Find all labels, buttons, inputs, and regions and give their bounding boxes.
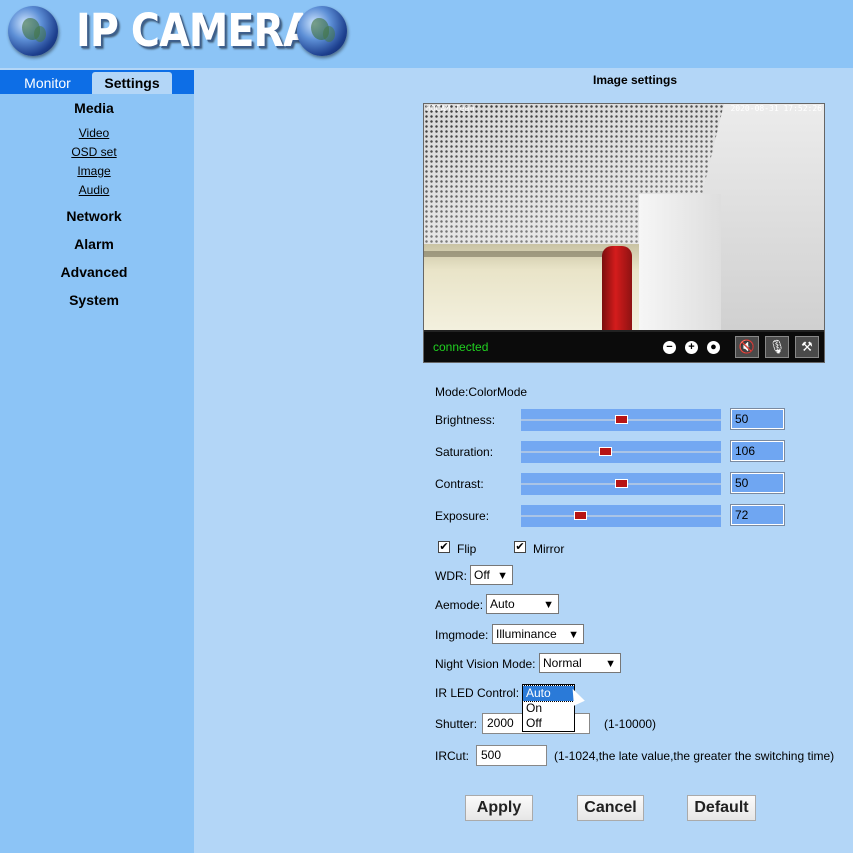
- saturation-slider[interactable]: [521, 441, 721, 463]
- globe-icon: [297, 6, 347, 56]
- exposure-label: Exposure:: [435, 509, 490, 523]
- chevron-down-icon: ▼: [497, 570, 508, 582]
- video-toolbar: connected − + ● 🔇 🎙 ⚒: [424, 330, 824, 362]
- brightness-label: Brightness:: [435, 413, 496, 427]
- video-preview[interactable]: HOCAM Team 2020-08-31 17:52:26 connected…: [423, 103, 825, 363]
- slider-handle[interactable]: [599, 447, 612, 456]
- nav-link-audio[interactable]: Audio: [0, 183, 188, 197]
- shutter-hint: (1-10000): [604, 717, 657, 731]
- ircut-hint: (1-1024,the late value,the greater the s…: [554, 749, 835, 763]
- mirror-checkbox[interactable]: ✔: [514, 541, 526, 553]
- nav-link-image[interactable]: Image: [0, 164, 188, 178]
- flip-checkbox[interactable]: ✔: [438, 541, 450, 553]
- nav-network[interactable]: Network: [0, 208, 188, 224]
- chevron-down-icon: ▼: [605, 658, 616, 670]
- ircut-input[interactable]: 500: [476, 745, 547, 766]
- page-title: Image settings: [592, 73, 678, 87]
- speaker-mute-icon[interactable]: 🔇: [735, 336, 759, 358]
- aemode-select[interactable]: Auto ▼: [486, 594, 559, 614]
- imgmode-label: Imgmode:: [435, 628, 489, 642]
- nav-link-video[interactable]: Video: [0, 126, 188, 140]
- chevron-down-icon: ▼: [568, 629, 579, 641]
- nav-system[interactable]: System: [0, 292, 188, 308]
- saturation-value[interactable]: 106: [730, 440, 785, 462]
- ir-led-option-on[interactable]: On: [523, 701, 574, 716]
- connection-status: connected: [433, 340, 489, 354]
- exposure-slider[interactable]: [521, 505, 721, 527]
- ir-led-option-off[interactable]: Off: [523, 716, 574, 731]
- contrast-slider[interactable]: [521, 473, 721, 495]
- microphone-icon[interactable]: 🎙: [765, 336, 789, 358]
- chevron-down-icon: ▼: [543, 599, 554, 611]
- night-vision-label: Night Vision Mode:: [435, 657, 536, 671]
- flip-label: Flip: [457, 542, 477, 556]
- ir-led-option-auto[interactable]: Auto: [522, 685, 575, 702]
- nav-alarm[interactable]: Alarm: [0, 236, 188, 252]
- globe-icon: [8, 6, 58, 56]
- zoom-out-icon[interactable]: −: [663, 341, 676, 354]
- night-vision-select[interactable]: Normal ▼: [539, 653, 621, 673]
- apply-button[interactable]: Apply: [465, 795, 533, 821]
- default-button[interactable]: Default: [687, 795, 756, 821]
- osd-label: HOCAM Team: [426, 104, 475, 113]
- nav-media[interactable]: Media: [0, 100, 188, 116]
- record-icon[interactable]: ●: [707, 341, 720, 354]
- zoom-in-icon[interactable]: +: [685, 341, 698, 354]
- imgmode-select[interactable]: Illuminance ▼: [492, 624, 584, 644]
- tab-bar: Monitor Settings: [0, 70, 194, 94]
- header-banner: IP CAMERA: [0, 0, 853, 68]
- tools-icon[interactable]: ⚒: [795, 336, 819, 358]
- brightness-value[interactable]: 50: [730, 408, 785, 430]
- aemode-label: Aemode:: [435, 598, 484, 612]
- wdr-label: WDR:: [435, 569, 467, 583]
- exposure-value[interactable]: 72: [730, 504, 785, 526]
- brightness-slider[interactable]: [521, 409, 721, 431]
- ircut-label: IRCut:: [435, 749, 470, 763]
- saturation-label: Saturation:: [435, 445, 494, 459]
- wdr-select[interactable]: Off ▼: [470, 565, 513, 585]
- cancel-button[interactable]: Cancel: [577, 795, 644, 821]
- sidebar: Monitor Settings Media Video OSD set Ima…: [0, 70, 194, 853]
- contrast-value[interactable]: 50: [730, 472, 785, 494]
- camera-image: HOCAM Team 2020-08-31 17:52:26: [424, 104, 824, 330]
- tab-monitor[interactable]: Monitor: [0, 72, 95, 94]
- nav-link-osd-set[interactable]: OSD set: [0, 145, 188, 159]
- contrast-label: Contrast:: [435, 477, 484, 491]
- ir-led-label: IR LED Control:: [435, 686, 520, 700]
- tab-settings[interactable]: Settings: [92, 72, 172, 94]
- slider-handle[interactable]: [615, 479, 628, 488]
- slider-handle[interactable]: [574, 511, 587, 520]
- nav-advanced[interactable]: Advanced: [0, 264, 188, 280]
- osd-timestamp: 2020-08-31 17:52:26: [730, 104, 822, 113]
- mode-label: Mode:ColorMode: [435, 385, 528, 399]
- logo-title: IP CAMERA: [76, 4, 314, 57]
- shutter-label: Shutter:: [435, 717, 478, 731]
- slider-handle[interactable]: [615, 415, 628, 424]
- mirror-label: Mirror: [533, 542, 565, 556]
